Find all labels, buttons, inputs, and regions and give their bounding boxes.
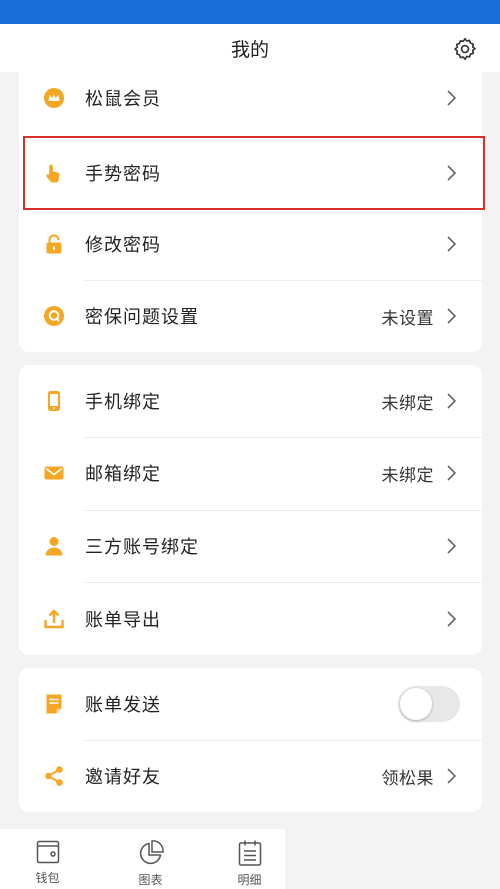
user-icon [43, 535, 65, 557]
chevron-right-icon [446, 88, 460, 108]
detail-list-icon [238, 840, 261, 866]
tab-wallet[interactable]: 钱包 [0, 829, 95, 889]
lock-icon [43, 233, 65, 255]
tab-label: 图表 [138, 873, 163, 887]
bill-send-toggle[interactable] [398, 686, 460, 722]
row-value: 领松果 [381, 768, 434, 789]
tab-charts[interactable]: 图表 [103, 829, 198, 889]
bottom-tab-bar: 钱包 图表 明细 [0, 829, 285, 889]
row-value: 未设置 [381, 308, 434, 329]
row-label: 密保问题设置 [85, 307, 199, 328]
gesture-hand-icon [43, 162, 65, 184]
mail-icon [43, 462, 65, 484]
crown-icon [43, 87, 65, 109]
chevron-right-icon [446, 391, 460, 411]
row-bill-export[interactable]: 账单导出 [19, 583, 482, 655]
row-label: 修改密码 [85, 235, 161, 256]
row-label: 邮箱绑定 [85, 464, 161, 485]
row-bill-send: 账单发送 [19, 668, 482, 740]
row-label: 手势密码 [85, 164, 161, 185]
status-bar [0, 0, 500, 24]
row-label: 邀请好友 [85, 767, 161, 788]
settings-button[interactable] [452, 36, 478, 62]
row-invite-friends[interactable]: 邀请好友 领松果 [19, 740, 482, 812]
phone-icon [43, 390, 65, 412]
tab-label: 钱包 [35, 871, 60, 885]
gear-icon [454, 37, 476, 61]
row-label: 账单发送 [85, 695, 161, 716]
row-security-question[interactable]: 密保问题设置 未设置 [19, 280, 482, 352]
misc-card: 账单发送 邀请好友 领松果 [19, 668, 482, 812]
bill-send-icon [43, 693, 65, 715]
chevron-right-icon [446, 463, 460, 483]
row-change-password[interactable]: 修改密码 [19, 208, 482, 280]
chevron-right-icon [446, 163, 460, 183]
chevron-right-icon [446, 766, 460, 786]
row-third-party-binding[interactable]: 三方账号绑定 [19, 510, 482, 582]
chevron-right-icon [446, 234, 460, 254]
row-email-binding[interactable]: 邮箱绑定 未绑定 [19, 437, 482, 509]
row-vip-membership[interactable]: 松鼠会员 [19, 62, 482, 134]
export-icon [43, 608, 65, 630]
tab-details[interactable]: 明细 [202, 829, 297, 889]
row-label: 手机绑定 [85, 392, 161, 413]
row-label: 三方账号绑定 [85, 537, 199, 558]
share-icon [43, 765, 65, 787]
chevron-right-icon [446, 609, 460, 629]
row-phone-binding[interactable]: 手机绑定 未绑定 [19, 365, 482, 437]
row-value: 未绑定 [381, 465, 434, 486]
row-label: 松鼠会员 [85, 89, 161, 110]
page-title: 我的 [230, 38, 269, 61]
account-binding-card: 手机绑定 未绑定 邮箱绑定 未绑定 三方账号绑定 账单导出 [19, 365, 482, 655]
row-value: 未绑定 [381, 393, 434, 414]
row-gesture-password[interactable]: 手势密码 [19, 137, 482, 209]
chevron-right-icon [446, 536, 460, 556]
row-label: 账单导出 [85, 610, 161, 631]
security-question-icon [43, 305, 65, 327]
toggle-knob [400, 688, 432, 720]
tab-label: 明细 [237, 873, 262, 887]
pie-chart-icon [139, 840, 164, 865]
chevron-right-icon [446, 306, 460, 326]
account-security-card: 松鼠会员 手势密码 修改密码 密保问题设置 未设置 [19, 60, 482, 352]
wallet-icon [36, 840, 59, 864]
